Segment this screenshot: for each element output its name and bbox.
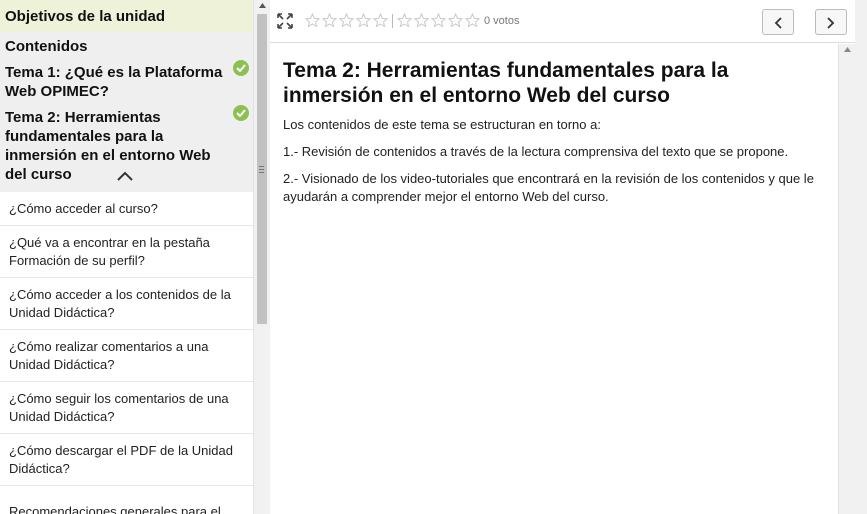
fullscreen-icon[interactable]	[277, 13, 293, 29]
sidebar-contenidos-label: Contenidos	[5, 38, 88, 55]
point-2: 2.- Visionado de los video-tutoriales qu…	[283, 171, 814, 204]
list-item[interactable]: ¿Cómo seguir los comentarios de una Unid…	[0, 382, 253, 434]
main-content: Tema 2: Herramientas fundamentales para …	[270, 44, 838, 514]
sidebar-objetivos[interactable]: Objetivos de la unidad	[0, 0, 253, 32]
sidebar-tema-1[interactable]: Tema 1: ¿Qué es la Plataforma Web OPIMEC…	[0, 60, 253, 105]
star-icon[interactable]	[465, 13, 480, 28]
list-item[interactable]: ¿Cómo acceder al curso?	[0, 192, 253, 226]
list-item[interactable]: ¿Cómo realizar comentarios a una Unidad …	[0, 330, 253, 382]
star-icon[interactable]	[448, 13, 463, 28]
list-item[interactable]: Recomendaciones generales para el	[0, 486, 253, 514]
chevron-left-icon	[774, 17, 782, 29]
list-item[interactable]: ¿Cómo descargar el PDF de la Unidad Didá…	[0, 434, 253, 486]
chevron-right-icon	[827, 17, 835, 29]
sidebar-tema-1-label: Tema 1: ¿Qué es la Plataforma Web OPIMEC…	[5, 64, 223, 100]
sidebar-objetivos-label: Objetivos de la unidad	[5, 8, 166, 25]
sidebar: Objetivos de la unidad Contenidos Tema 1…	[0, 0, 253, 514]
intro-text: Los contenidos de este tema se estructur…	[283, 117, 601, 132]
collapse-button[interactable]	[0, 161, 253, 192]
sidebar-list: ¿Cómo acceder al curso? ¿Qué va a encont…	[0, 192, 253, 514]
sidebar-scrollbar[interactable]	[253, 0, 270, 514]
splitter-handle[interactable]	[257, 166, 266, 174]
scroll-up-arrow-icon[interactable]	[259, 3, 266, 8]
page-title: Tema 2: Herramientas fundamentales para …	[283, 59, 729, 107]
list-item[interactable]: ¿Cómo acceder a los contenidos de la Uni…	[0, 278, 253, 330]
next-button[interactable]	[815, 9, 847, 35]
check-icon	[233, 105, 249, 121]
rating-separator	[392, 13, 393, 28]
toolbar: 0 votos	[270, 0, 867, 43]
check-icon	[233, 60, 249, 76]
chevron-up-icon	[117, 171, 133, 181]
point-1: 1.- Revisión de contenidos a través de l…	[283, 144, 789, 159]
star-icon[interactable]	[414, 13, 429, 28]
rating-stars: 0 votos	[305, 13, 519, 28]
star-icon[interactable]	[431, 13, 446, 28]
list-item[interactable]: ¿Qué va a encontrar en la pestaña Formac…	[0, 226, 253, 278]
star-icon[interactable]	[339, 13, 354, 28]
votes-count: 0 votos	[484, 14, 520, 27]
star-icon[interactable]	[373, 13, 388, 28]
star-icon[interactable]	[322, 13, 337, 28]
sidebar-tema-2[interactable]: Tema 2: Herramientas fundamentales para …	[0, 105, 253, 183]
previous-button[interactable]	[762, 9, 794, 35]
window-edge	[855, 0, 867, 514]
sidebar-head: Contenidos Tema 1: ¿Qué es la Plataforma…	[0, 32, 253, 192]
sidebar-contenidos[interactable]: Contenidos	[0, 32, 253, 60]
main-scrollbar[interactable]	[838, 44, 855, 514]
star-icon[interactable]	[356, 13, 371, 28]
scroll-up-arrow-icon[interactable]	[844, 47, 851, 52]
star-icon[interactable]	[397, 13, 412, 28]
star-icon[interactable]	[305, 13, 320, 28]
